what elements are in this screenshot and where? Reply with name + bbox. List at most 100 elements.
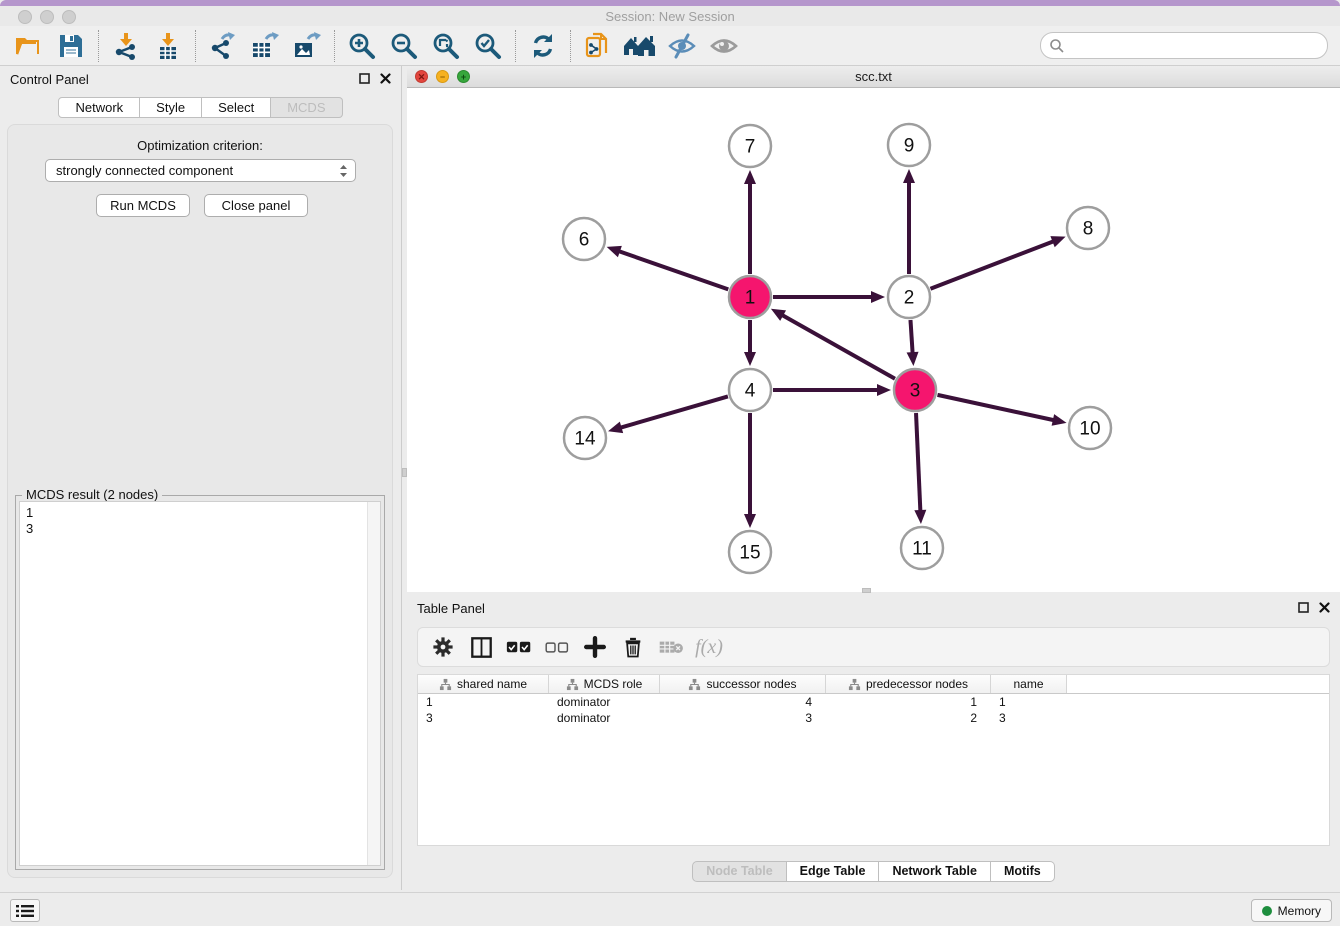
import-table-button[interactable]	[147, 29, 189, 63]
graph-edge[interactable]	[937, 395, 1054, 420]
chevron-updown-icon	[338, 163, 349, 179]
close-panel-icon[interactable]	[380, 73, 391, 84]
graph-node-label: 2	[904, 288, 915, 309]
task-history-button[interactable]	[10, 899, 40, 922]
cell-successor-nodes[interactable]: 3	[660, 710, 826, 726]
tab-node-table[interactable]: Node Table	[692, 861, 786, 882]
export-table-button[interactable]	[244, 29, 286, 63]
delete-column-button[interactable]	[614, 630, 652, 664]
refresh-view-button[interactable]	[522, 29, 564, 63]
open-session-button[interactable]	[8, 29, 50, 63]
cell-predecessor-nodes[interactable]: 2	[826, 710, 991, 726]
double-home-icon	[623, 31, 657, 61]
criterion-dropdown[interactable]: strongly connected component	[45, 159, 356, 182]
function-builder-button[interactable]: f(x)	[690, 630, 728, 664]
table-row[interactable]: 3 dominator 3 2 3	[418, 710, 1329, 726]
graph-canvas[interactable]: 7968124314101511	[407, 88, 1340, 592]
node-table[interactable]: shared name MCDS role successor nodes pr…	[417, 674, 1330, 846]
tab-motifs[interactable]: Motifs	[991, 861, 1055, 882]
show-graphics-button[interactable]	[703, 29, 745, 63]
horizontal-splitter-handle[interactable]	[862, 588, 871, 593]
search-field[interactable]	[1065, 33, 1327, 58]
save-session-button[interactable]	[50, 29, 92, 63]
zoom-in-button[interactable]	[341, 29, 383, 63]
column-header-shared-name[interactable]: shared name	[418, 675, 549, 693]
cell-shared-name[interactable]: 3	[418, 710, 549, 726]
export-table-icon	[250, 31, 280, 61]
graph-node-label: 6	[579, 230, 590, 251]
home-layout-button[interactable]	[619, 29, 661, 63]
cell-mcds-role[interactable]: dominator	[549, 694, 660, 710]
graph-edge[interactable]	[618, 251, 728, 290]
result-line: 3	[26, 521, 374, 537]
zoom-selected-icon	[473, 31, 503, 61]
create-column-button[interactable]	[576, 630, 614, 664]
close-panel-icon[interactable]	[1319, 602, 1330, 613]
edge-arrowhead	[744, 514, 756, 528]
edge-arrowhead	[871, 291, 885, 303]
cell-mcds-role[interactable]: dominator	[549, 710, 660, 726]
trash-icon	[623, 636, 643, 658]
edge-arrowhead	[744, 170, 756, 184]
cell-predecessor-nodes[interactable]: 1	[826, 694, 991, 710]
float-panel-icon[interactable]	[359, 73, 370, 84]
tab-edge-table[interactable]: Edge Table	[787, 861, 880, 882]
graph-edge[interactable]	[930, 241, 1054, 289]
eye-slash-icon	[667, 31, 697, 61]
mcds-result-box[interactable]: 1 3	[19, 501, 381, 866]
tab-mcds[interactable]: MCDS	[271, 97, 342, 118]
export-image-button[interactable]	[286, 29, 328, 63]
graph-edge[interactable]	[620, 396, 728, 428]
hide-graphics-button[interactable]	[661, 29, 703, 63]
result-scrollbar[interactable]	[367, 502, 380, 865]
network-window-titlebar[interactable]: ✕ − + scc.txt	[407, 66, 1340, 88]
search-input[interactable]	[1040, 32, 1328, 59]
graph-node-label: 1	[745, 288, 756, 309]
edge-arrowhead	[608, 422, 623, 434]
graph-edge[interactable]	[910, 320, 912, 354]
vertical-splitter-handle[interactable]	[402, 468, 407, 477]
status-bar: Memory	[0, 892, 1340, 926]
fx-icon: f(x)	[695, 636, 723, 659]
toolbar-separator	[334, 30, 335, 62]
run-mcds-button[interactable]: Run MCDS	[96, 194, 190, 217]
column-header-name[interactable]: name	[991, 675, 1067, 693]
graph-edge[interactable]	[916, 413, 920, 512]
column-header-predecessor-nodes[interactable]: predecessor nodes	[826, 675, 991, 693]
cell-successor-nodes[interactable]: 4	[660, 694, 826, 710]
eye-icon	[709, 31, 739, 61]
delete-table-button[interactable]	[652, 630, 690, 664]
show-column-panel-button[interactable]	[462, 630, 500, 664]
export-network-button[interactable]	[202, 29, 244, 63]
table-row[interactable]: 1 dominator 4 1 1	[418, 694, 1329, 710]
cell-shared-name[interactable]: 1	[418, 694, 549, 710]
export-image-icon	[292, 31, 322, 61]
table-toolbar: f(x)	[417, 627, 1330, 667]
import-network-button[interactable]	[105, 29, 147, 63]
cell-name[interactable]: 1	[991, 694, 1067, 710]
select-all-button[interactable]	[500, 630, 538, 664]
fit-content-button[interactable]	[425, 29, 467, 63]
search-icon	[1049, 38, 1065, 54]
column-header-successor-nodes[interactable]: successor nodes	[660, 675, 826, 693]
tab-network[interactable]: Network	[58, 97, 140, 118]
clone-network-button[interactable]	[577, 29, 619, 63]
tab-style[interactable]: Style	[140, 97, 202, 118]
graph-node-label: 10	[1079, 419, 1100, 440]
edge-arrowhead	[907, 352, 919, 366]
zoom-out-button[interactable]	[383, 29, 425, 63]
network-canvas[interactable]: 7968124314101511	[407, 88, 1340, 592]
tab-network-table[interactable]: Network Table	[879, 861, 991, 882]
memory-button[interactable]: Memory	[1251, 899, 1332, 922]
graph-edge[interactable]	[781, 315, 895, 379]
zoom-selected-button[interactable]	[467, 29, 509, 63]
edge-arrowhead	[744, 352, 756, 366]
deselect-all-button[interactable]	[538, 630, 576, 664]
cell-name[interactable]: 3	[991, 710, 1067, 726]
column-header-mcds-role[interactable]: MCDS role	[549, 675, 660, 693]
float-panel-icon[interactable]	[1298, 602, 1309, 613]
table-settings-button[interactable]	[424, 630, 462, 664]
tab-select[interactable]: Select	[202, 97, 271, 118]
table-tabs: Node Table Edge Table Network Table Moti…	[407, 861, 1340, 882]
close-panel-button[interactable]: Close panel	[204, 194, 308, 217]
